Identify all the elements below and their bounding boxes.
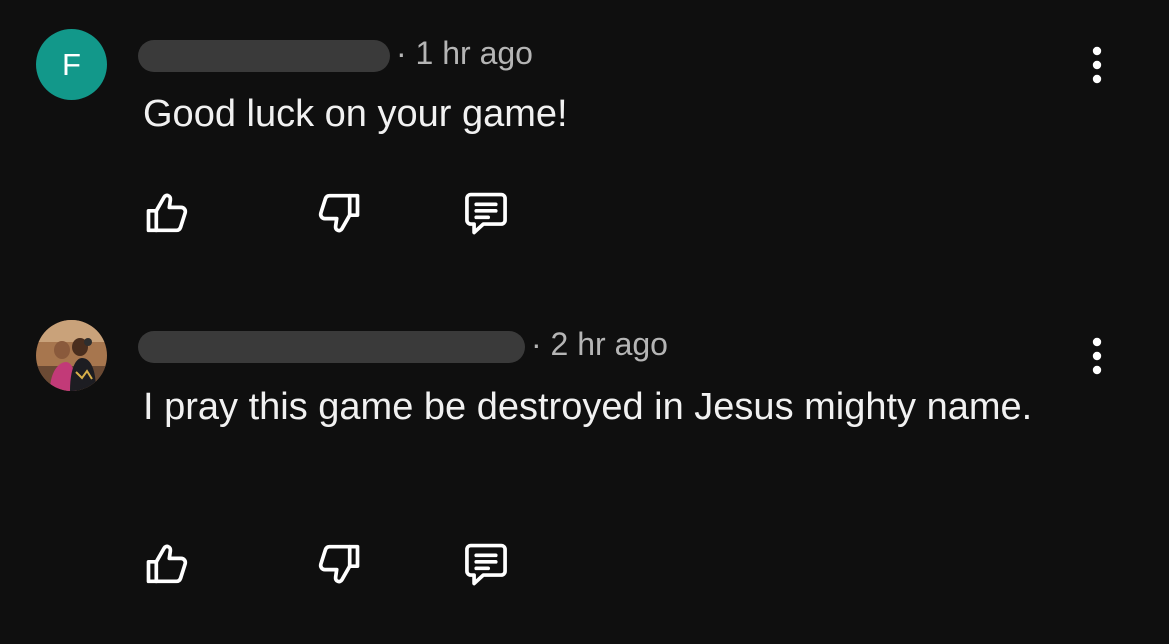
more-options-button[interactable] [1075, 331, 1119, 381]
dislike-button[interactable] [308, 183, 368, 243]
dislike-button[interactable] [308, 534, 368, 594]
reply-comment-icon [465, 543, 507, 586]
thumbs-up-icon [146, 193, 188, 233]
reply-comment-icon [465, 192, 507, 235]
thumbs-down-icon [318, 544, 360, 584]
like-button[interactable] [138, 534, 198, 594]
more-options-button[interactable] [1075, 40, 1119, 90]
reply-button[interactable] [456, 534, 516, 594]
comment-text: Good luck on your game! [143, 93, 568, 135]
comment-item: · 2 hr ago I pray this game be destroyed… [0, 290, 1169, 644]
comment-timestamp: · 2 hr ago [531, 325, 668, 362]
thumbs-up-icon [146, 544, 188, 584]
more-vertical-icon [1092, 337, 1102, 375]
comment-timestamp: · 1 hr ago [396, 34, 533, 71]
avatar[interactable] [36, 320, 107, 391]
redacted-author-name [138, 40, 390, 72]
comment-item: F · 1 hr ago Good luck on your game! [0, 0, 1169, 290]
more-vertical-icon [1092, 46, 1102, 84]
redacted-author-name [138, 331, 525, 363]
avatar-letter: F [62, 47, 81, 82]
avatar-photo [36, 320, 107, 391]
comment-header: · 2 hr ago [138, 324, 668, 364]
avatar[interactable]: F [36, 29, 107, 100]
reply-button[interactable] [456, 183, 516, 243]
comment-header: · 1 hr ago [138, 33, 533, 73]
thumbs-down-icon [318, 193, 360, 233]
like-button[interactable] [138, 183, 198, 243]
comment-text: I pray this game be destroyed in Jesus m… [143, 386, 1033, 428]
